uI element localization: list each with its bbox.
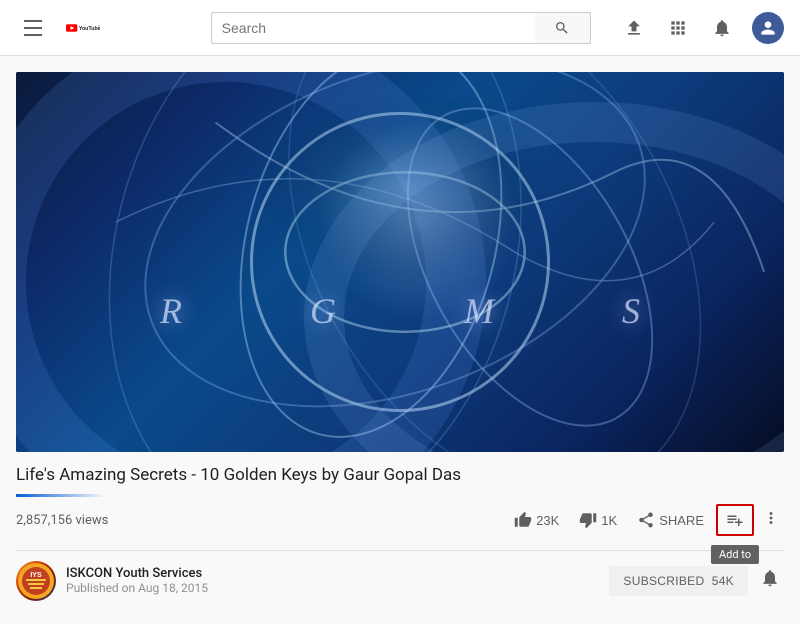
apps-icon xyxy=(668,18,688,38)
subscribed-button[interactable]: SUBSCRIBED 54K xyxy=(609,566,748,596)
share-label: SHARE xyxy=(659,513,704,528)
svg-text:IYS: IYS xyxy=(30,572,42,579)
apps-button[interactable] xyxy=(664,14,692,42)
like-icon xyxy=(514,511,532,529)
swirl-svg xyxy=(16,72,784,452)
main-content: R G M S Life's Amazing Secrets - 10 Gold… xyxy=(0,56,800,611)
channel-avatar-inner: IYS xyxy=(16,561,56,601)
dislike-button[interactable]: 1K xyxy=(571,505,625,535)
channel-bell-button[interactable] xyxy=(756,564,784,597)
more-icon xyxy=(762,509,780,527)
header-left: YouTube JP xyxy=(16,12,196,44)
video-meta-row: 2,857,156 views 23K 1K xyxy=(16,503,784,538)
channel-publish-date: Published on Aug 18, 2015 xyxy=(66,581,208,595)
avatar-icon xyxy=(758,18,778,38)
channel-logo-icon: IYS xyxy=(18,563,54,599)
more-button[interactable] xyxy=(758,503,784,538)
letter-s: S xyxy=(622,290,640,332)
channel-name[interactable]: ISKCON Youth Services xyxy=(66,566,208,581)
share-icon xyxy=(637,511,655,529)
channel-row: IYS ISKCON Youth Services Published on A… xyxy=(16,550,784,611)
save-tooltip: Add to xyxy=(711,545,759,564)
subscriber-count: 54K xyxy=(712,574,734,588)
logo-container[interactable]: YouTube JP xyxy=(66,16,100,40)
dislike-icon xyxy=(579,511,597,529)
letter-m: M xyxy=(464,290,494,332)
channel-right: SUBSCRIBED 54K xyxy=(609,564,784,597)
view-count: 2,857,156 views xyxy=(16,513,108,528)
header: YouTube JP xyxy=(0,0,800,56)
upload-button[interactable] xyxy=(620,14,648,42)
hamburger-icon xyxy=(20,16,46,40)
channel-avatar[interactable]: IYS xyxy=(16,561,56,601)
channel-left: IYS ISKCON Youth Services Published on A… xyxy=(16,561,208,601)
hamburger-button[interactable] xyxy=(16,12,50,44)
video-title: Life's Amazing Secrets - 10 Golden Keys … xyxy=(16,464,784,488)
playlist-add-icon xyxy=(726,511,744,529)
search-input[interactable] xyxy=(211,12,535,44)
video-thumbnail: R G M S xyxy=(16,72,784,452)
dislike-count: 1K xyxy=(601,513,617,528)
search-icon xyxy=(554,20,570,36)
bell-icon xyxy=(712,18,732,38)
channel-bell-icon xyxy=(760,568,780,588)
like-count: 23K xyxy=(536,513,559,528)
notifications-button[interactable] xyxy=(708,14,736,42)
save-button[interactable] xyxy=(716,504,754,536)
svg-text:JP: JP xyxy=(97,23,100,27)
avatar[interactable] xyxy=(752,12,784,44)
svg-text:YouTube: YouTube xyxy=(79,25,100,31)
subscribed-label: SUBSCRIBED xyxy=(623,574,704,588)
share-button[interactable]: SHARE xyxy=(629,505,712,535)
like-button[interactable]: 23K xyxy=(506,505,567,535)
letter-r: R xyxy=(160,290,182,332)
action-buttons: 23K 1K SHARE xyxy=(506,503,784,538)
video-container[interactable]: R G M S xyxy=(16,72,784,452)
progress-bar xyxy=(16,494,106,497)
save-button-wrapper: Add to xyxy=(716,504,754,536)
channel-details: ISKCON Youth Services Published on Aug 1… xyxy=(66,566,208,595)
search-form xyxy=(211,12,591,44)
video-info: Life's Amazing Secrets - 10 Golden Keys … xyxy=(16,452,784,546)
letter-g: G xyxy=(310,290,336,332)
upload-icon xyxy=(624,18,644,38)
youtube-logo-icon: YouTube JP xyxy=(66,16,100,40)
search-button[interactable] xyxy=(535,12,591,44)
letters-row: R G M S xyxy=(16,290,784,332)
header-right xyxy=(620,12,784,44)
